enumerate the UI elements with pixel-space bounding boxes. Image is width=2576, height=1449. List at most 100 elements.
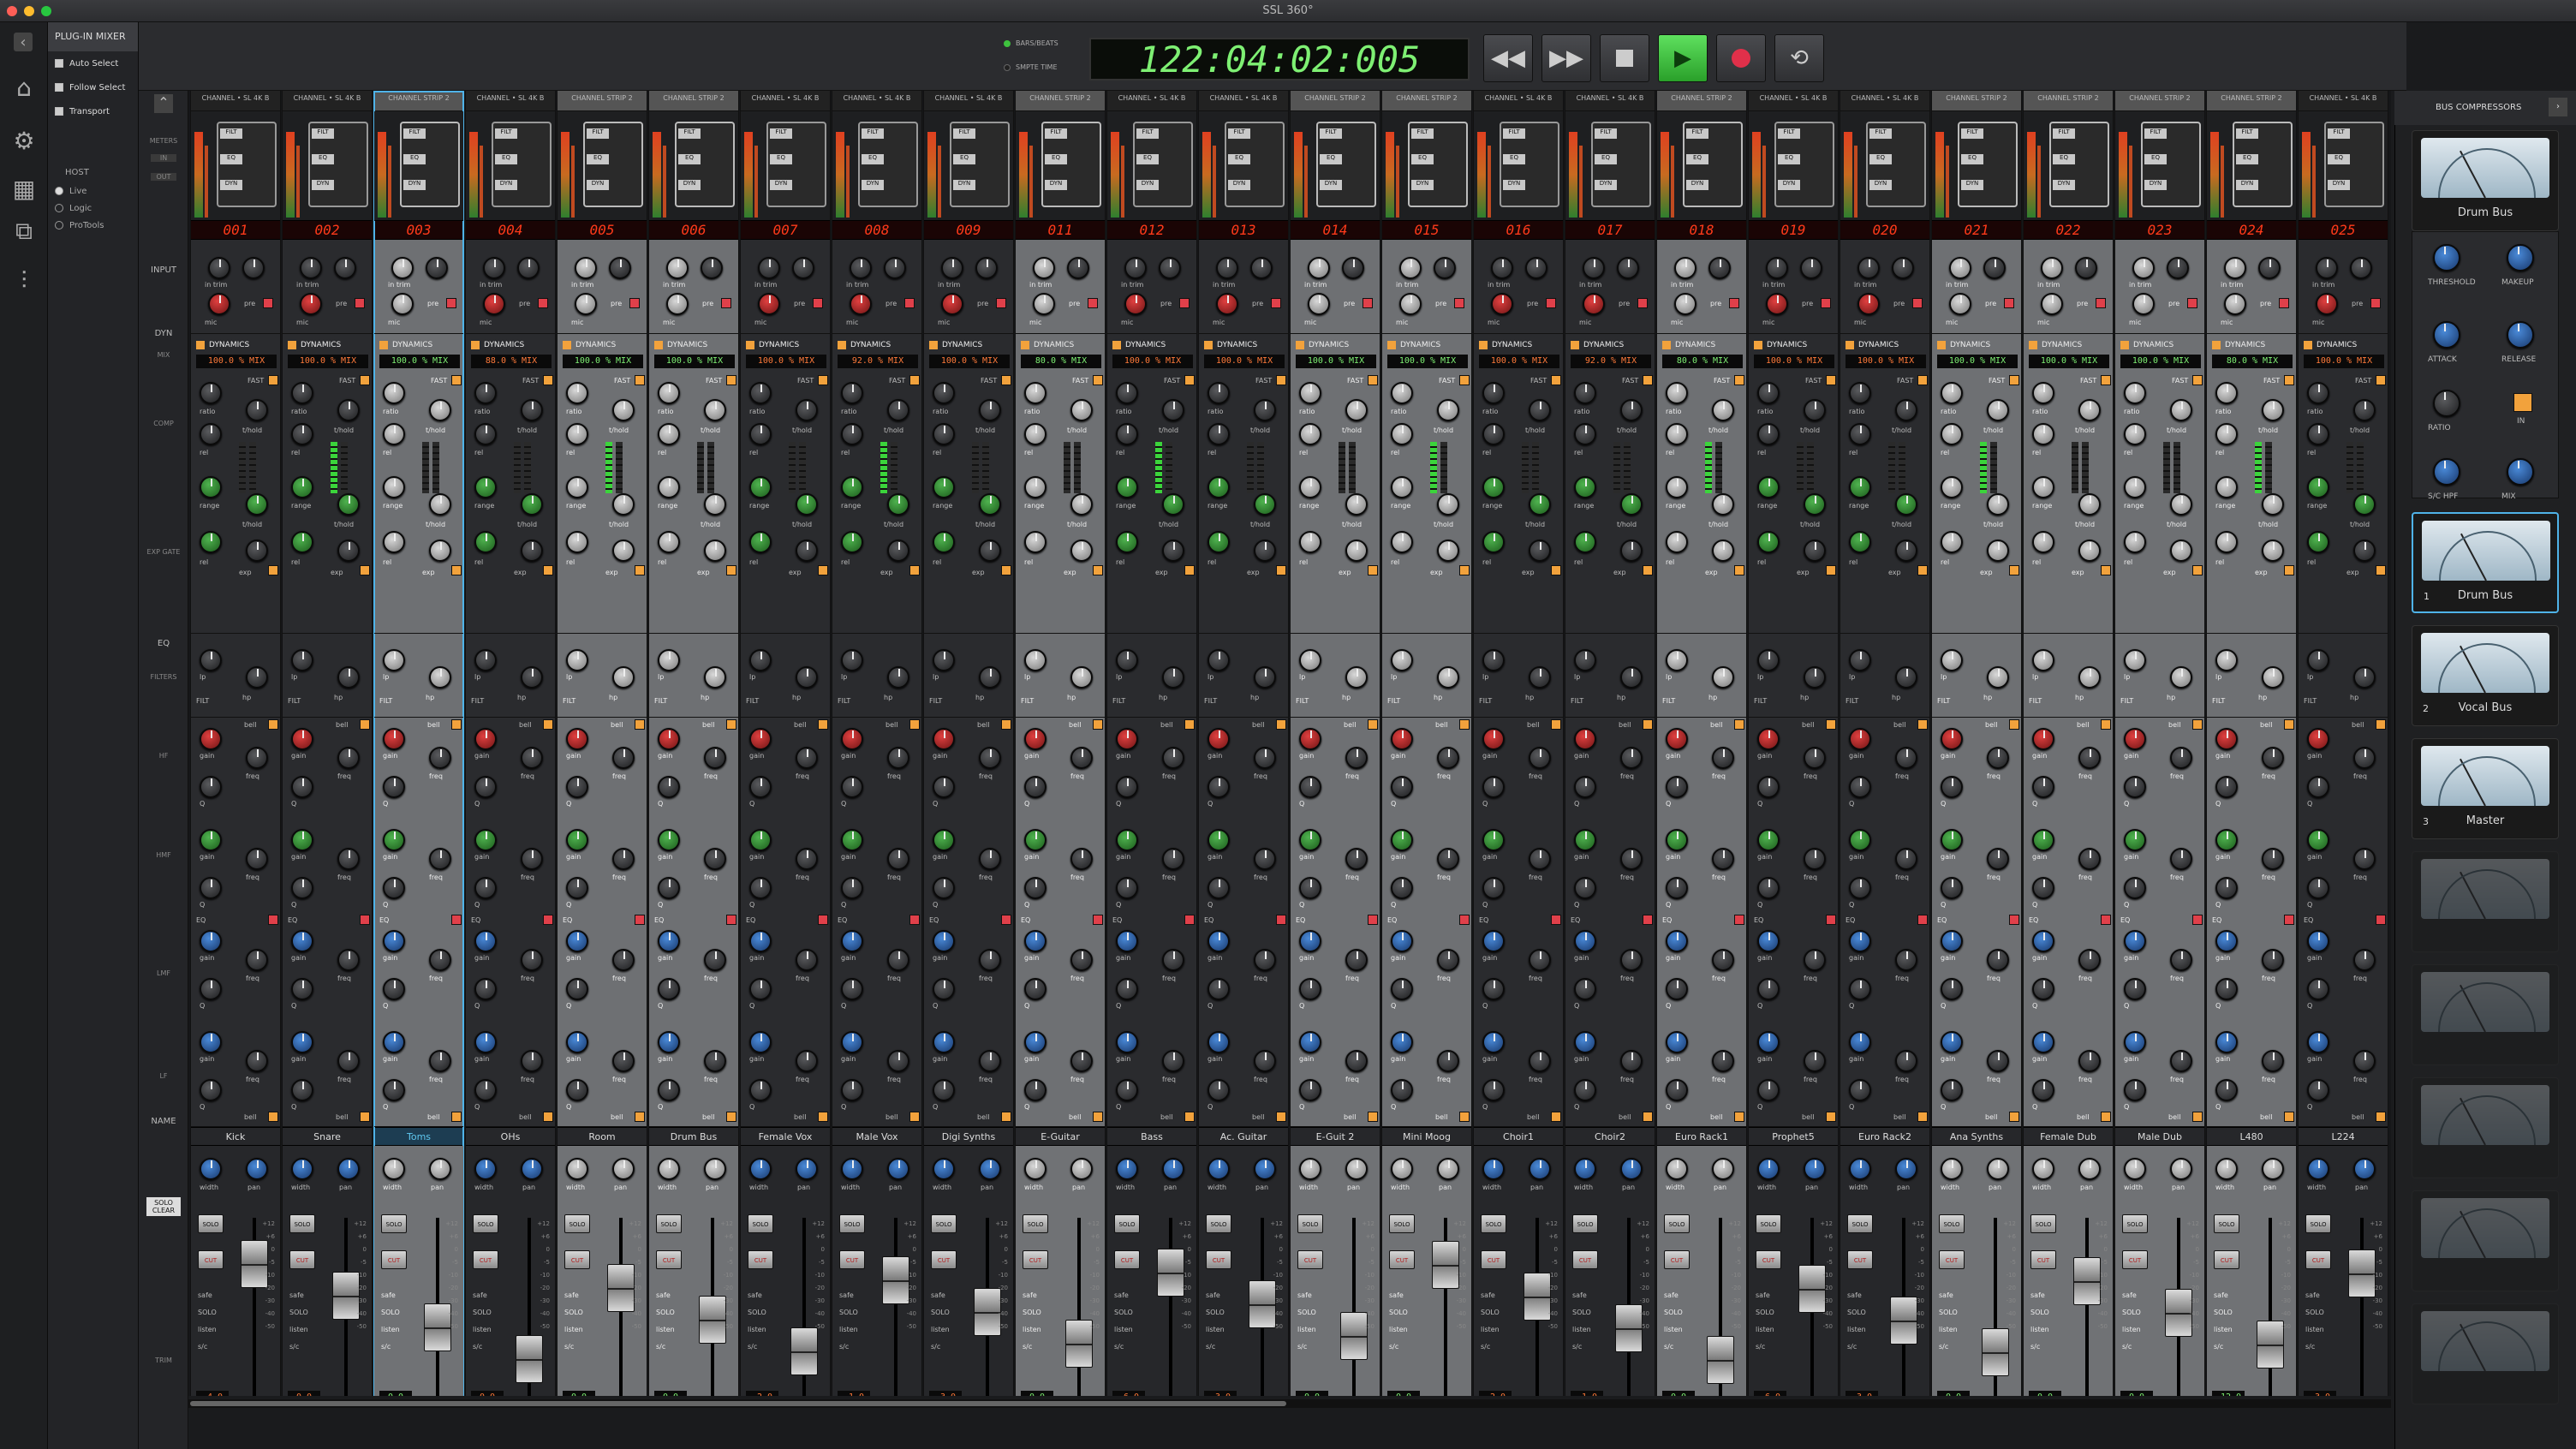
ratio-knob[interactable] — [566, 382, 588, 404]
pre-knob[interactable] — [483, 293, 505, 315]
record-button[interactable] — [1716, 34, 1766, 82]
lmf-freq-knob[interactable] — [2262, 949, 2284, 971]
hf-freq-knob[interactable] — [1162, 747, 1184, 769]
cut-button[interactable]: CUT — [289, 1250, 315, 1269]
mic-knob[interactable] — [1892, 257, 1914, 279]
eq-in-button[interactable] — [2192, 915, 2203, 925]
hmf-q-knob[interactable] — [200, 877, 222, 899]
hmf-q-knob[interactable] — [383, 877, 405, 899]
hmf-gain-knob[interactable] — [1849, 829, 1871, 851]
exp-button[interactable] — [1184, 565, 1195, 575]
hmf-q-knob[interactable] — [2124, 877, 2146, 899]
hf-freq-knob[interactable] — [246, 747, 268, 769]
lf-bell-button[interactable] — [1734, 1112, 1744, 1122]
hf-bell-button[interactable] — [2284, 719, 2294, 730]
gate-threshold-knob[interactable] — [2262, 493, 2284, 516]
hmf-freq-knob[interactable] — [521, 848, 543, 870]
width-knob[interactable] — [1391, 1158, 1413, 1180]
pan-knob[interactable] — [1437, 1158, 1459, 1180]
hmf-q-knob[interactable] — [1849, 877, 1871, 899]
hf-q-knob[interactable] — [841, 776, 863, 798]
hp-filter-knob[interactable] — [1895, 666, 1917, 689]
hf-bell-button[interactable] — [1551, 719, 1561, 730]
lf-q-knob[interactable] — [1208, 1079, 1230, 1101]
in-trim-knob[interactable] — [758, 257, 780, 279]
hold-knob[interactable] — [612, 540, 635, 562]
hp-filter-knob[interactable] — [1987, 666, 2009, 689]
gate-threshold-knob[interactable] — [1162, 493, 1184, 516]
release-knob[interactable] — [1666, 423, 1688, 445]
host-protools-radio[interactable]: ProTools — [48, 217, 138, 234]
lp-filter-knob[interactable] — [658, 649, 680, 671]
lf-q-knob[interactable] — [1482, 1079, 1505, 1101]
lp-filter-knob[interactable] — [1299, 649, 1321, 671]
hp-filter-knob[interactable] — [1529, 666, 1551, 689]
trim-readout[interactable]: 0.0 — [1021, 1391, 1053, 1396]
channel-name[interactable]: L480 — [2207, 1127, 2296, 1146]
pre-knob[interactable] — [2316, 293, 2338, 315]
hmf-q-knob[interactable] — [291, 877, 313, 899]
routing-block[interactable]: FILT EQ DYN — [191, 111, 280, 221]
hf-freq-knob[interactable] — [1804, 747, 1826, 769]
trim-readout[interactable]: 0.0 — [1296, 1391, 1328, 1396]
lmf-gain-knob[interactable] — [841, 930, 863, 952]
channel-strip[interactable]: CHANNEL STRIP 2 FILT EQ DYN 021 in trim pre mic… — [1931, 91, 2022, 1396]
hmf-freq-knob[interactable] — [887, 848, 909, 870]
bus-slot[interactable] — [2412, 851, 2559, 952]
lf-bell-button[interactable] — [1184, 1112, 1195, 1122]
lmf-gain-knob[interactable] — [2215, 930, 2238, 952]
lmf-freq-knob[interactable] — [1345, 949, 1368, 971]
threshold-knob[interactable] — [612, 399, 635, 421]
trim-readout[interactable]: -3.0 — [1204, 1391, 1237, 1396]
bus-slot[interactable]: Master 3 — [2412, 738, 2559, 839]
threshold-knob[interactable] — [979, 399, 1001, 421]
hf-bell-button[interactable] — [2009, 719, 2019, 730]
in-trim-knob[interactable] — [1949, 257, 1971, 279]
lmf-q-knob[interactable] — [200, 978, 222, 1000]
range-knob[interactable] — [1941, 476, 1963, 498]
lp-filter-knob[interactable] — [1757, 649, 1780, 671]
bus-slot[interactable] — [2412, 1077, 2559, 1178]
gate-release-knob[interactable] — [749, 531, 772, 553]
lf-q-knob[interactable] — [2215, 1079, 2238, 1101]
lmf-gain-knob[interactable] — [933, 930, 955, 952]
lf-q-knob[interactable] — [933, 1079, 955, 1101]
expand-icon[interactable]: › — [2549, 98, 2567, 116]
fast-button[interactable] — [726, 375, 736, 385]
lf-q-knob[interactable] — [2307, 1079, 2329, 1101]
hf-freq-knob[interactable] — [2170, 747, 2192, 769]
pre-knob[interactable] — [666, 293, 689, 315]
ratio-knob[interactable] — [1574, 382, 1596, 404]
channel-strip[interactable]: CHANNEL • SL 4K B FILT EQ DYN 008 in trim pre m… — [832, 91, 922, 1396]
lmf-q-knob[interactable] — [1941, 978, 1963, 1000]
gate-release-knob[interactable] — [933, 531, 955, 553]
hmf-freq-knob[interactable] — [2078, 848, 2101, 870]
lf-gain-knob[interactable] — [383, 1031, 405, 1053]
pan-knob[interactable] — [1895, 1158, 1917, 1180]
channel-name[interactable]: Female Vox — [741, 1127, 830, 1146]
gate-release-knob[interactable] — [566, 531, 588, 553]
hf-gain-knob[interactable] — [1299, 728, 1321, 750]
ratio-knob[interactable] — [474, 382, 497, 404]
ratio-knob[interactable] — [2032, 382, 2054, 404]
width-knob[interactable] — [1482, 1158, 1505, 1180]
hf-q-knob[interactable] — [2124, 776, 2146, 798]
solo-button[interactable]: SOLO — [2305, 1214, 2331, 1233]
threshold-knob[interactable] — [2078, 399, 2101, 421]
hmf-q-knob[interactable] — [1299, 877, 1321, 899]
lmf-gain-knob[interactable] — [1482, 930, 1505, 952]
lmf-q-knob[interactable] — [1024, 978, 1046, 1000]
dynamics-toggle[interactable]: DYNAMICS — [746, 339, 826, 351]
mic-knob[interactable] — [609, 257, 631, 279]
lf-gain-knob[interactable] — [566, 1031, 588, 1053]
hmf-q-knob[interactable] — [2215, 877, 2238, 899]
hf-q-knob[interactable] — [291, 776, 313, 798]
width-knob[interactable] — [1849, 1158, 1871, 1180]
gate-release-knob[interactable] — [841, 531, 863, 553]
hf-gain-knob[interactable] — [1208, 728, 1230, 750]
pre-button[interactable] — [1271, 298, 1281, 308]
hf-q-knob[interactable] — [1391, 776, 1413, 798]
fast-button[interactable] — [2284, 375, 2294, 385]
exp-button[interactable] — [2192, 565, 2203, 575]
fast-button[interactable] — [1368, 375, 1378, 385]
